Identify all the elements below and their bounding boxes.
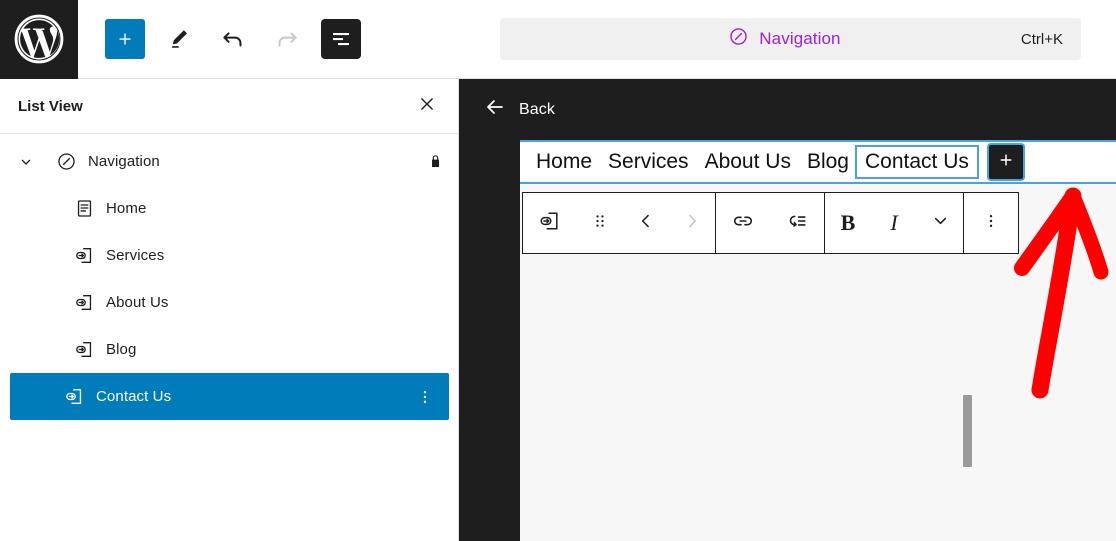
move-right-button[interactable]	[669, 193, 715, 253]
drag-handle-button[interactable]	[577, 193, 623, 253]
link-button[interactable]	[716, 193, 770, 253]
toolbar-group-block	[523, 193, 715, 253]
list-view-toggle-button[interactable]	[321, 19, 361, 59]
list-view-row-navigation[interactable]: Navigation	[0, 138, 458, 185]
back-label: Back	[519, 100, 555, 118]
list-view-label: About Us	[106, 294, 169, 311]
undo-button[interactable]	[213, 19, 253, 59]
redo-button[interactable]	[267, 19, 307, 59]
page-document-icon	[62, 198, 106, 219]
back-button[interactable]: Back	[483, 95, 555, 124]
wordpress-logo-icon	[12, 12, 66, 66]
toolbar-group-format: B I	[824, 193, 963, 253]
list-view-panel: List View Navigation Home Services About…	[0, 79, 459, 541]
toolbar-group-options	[963, 193, 1018, 253]
command-palette-center: Navigation	[548, 26, 1021, 52]
move-left-button[interactable]	[623, 193, 669, 253]
list-view-label: Contact Us	[96, 388, 172, 405]
chevron-down-icon	[930, 210, 951, 236]
block-options-button[interactable]	[964, 193, 1018, 253]
undo-arrow-icon	[219, 25, 247, 53]
list-view-label: Services	[106, 247, 165, 264]
tools-pencil-button[interactable]	[159, 19, 199, 59]
block-inserter-button[interactable]	[105, 19, 145, 59]
move-right-icon	[682, 211, 702, 236]
custom-link-icon	[62, 245, 106, 266]
list-view-icon	[329, 27, 353, 51]
navigation-circle-slash-icon	[728, 26, 749, 52]
list-view-row-contact-us[interactable]: Contact Us	[10, 373, 449, 420]
command-palette-shortcut: Ctrl+K	[1020, 30, 1063, 48]
close-x-icon	[417, 94, 437, 119]
chevron-down-icon[interactable]	[18, 154, 44, 170]
list-view-row-services[interactable]: Services	[0, 232, 458, 279]
nav-item-blog[interactable]: Blog	[799, 147, 857, 177]
plus-icon	[996, 150, 1016, 175]
link-icon	[731, 209, 755, 238]
pencil-icon	[166, 26, 192, 52]
custom-link-icon	[62, 292, 106, 313]
toolbar-group-link	[715, 193, 824, 253]
top-bar-tools	[78, 19, 361, 59]
list-view-title: List View	[18, 97, 83, 115]
editor-top-bar: Navigation Ctrl+K	[0, 0, 1116, 79]
arrow-left-icon	[483, 95, 507, 124]
italic-button[interactable]: I	[871, 193, 917, 253]
list-view-close-button[interactable]	[410, 89, 444, 123]
move-left-icon	[636, 211, 656, 236]
canvas-vertical-scrollbar[interactable]	[963, 395, 972, 467]
command-palette-button[interactable]: Navigation Ctrl+K	[500, 18, 1081, 60]
list-view-row-about-us[interactable]: About Us	[0, 279, 458, 326]
list-view-label: Blog	[106, 341, 137, 358]
list-view-row-blog[interactable]: Blog	[0, 326, 458, 373]
editor-canvas: Home Services About Us Blog Contact Us B…	[520, 140, 1116, 541]
nav-block-appender-plus-button[interactable]	[988, 145, 1023, 179]
add-submenu-button[interactable]	[770, 193, 824, 253]
editor-back-bar: Back	[459, 79, 1116, 140]
custom-link-icon	[52, 386, 96, 407]
redo-arrow-icon	[273, 25, 301, 53]
bold-button[interactable]: B	[825, 193, 871, 253]
navigation-block[interactable]: Home Services About Us Blog Contact Us	[520, 140, 1116, 184]
navigation-circle-slash-icon	[44, 151, 88, 172]
custom-link-block-icon	[538, 209, 562, 238]
editor-region: Back Home Services About Us Blog Contact…	[459, 79, 1116, 541]
list-view-label: Navigation	[88, 153, 160, 170]
list-view-label: Home	[106, 200, 147, 217]
block-type-custom-link-button[interactable]	[523, 193, 577, 253]
nav-item-home[interactable]: Home	[528, 147, 600, 177]
command-palette-label: Navigation	[759, 29, 841, 48]
list-view-row-home[interactable]: Home	[0, 185, 458, 232]
nav-item-contact-us[interactable]: Contact Us	[854, 145, 979, 179]
lock-icon	[427, 153, 444, 170]
plus-icon	[114, 28, 136, 50]
block-toolbar: B I	[522, 192, 1019, 254]
nav-item-about-us[interactable]: About Us	[697, 147, 799, 177]
drag-handle-icon	[590, 211, 610, 236]
add-submenu-icon	[785, 209, 809, 238]
more-vertical-icon	[981, 211, 1001, 236]
more-formats-button[interactable]	[917, 193, 963, 253]
wordpress-logo-button[interactable]	[0, 0, 78, 79]
nav-item-services[interactable]: Services	[600, 147, 697, 177]
list-view-tree: Navigation Home Services About Us Blog C…	[0, 134, 458, 420]
list-view-header: List View	[0, 79, 458, 134]
more-vertical-icon[interactable]	[415, 387, 435, 407]
custom-link-icon	[62, 339, 106, 360]
